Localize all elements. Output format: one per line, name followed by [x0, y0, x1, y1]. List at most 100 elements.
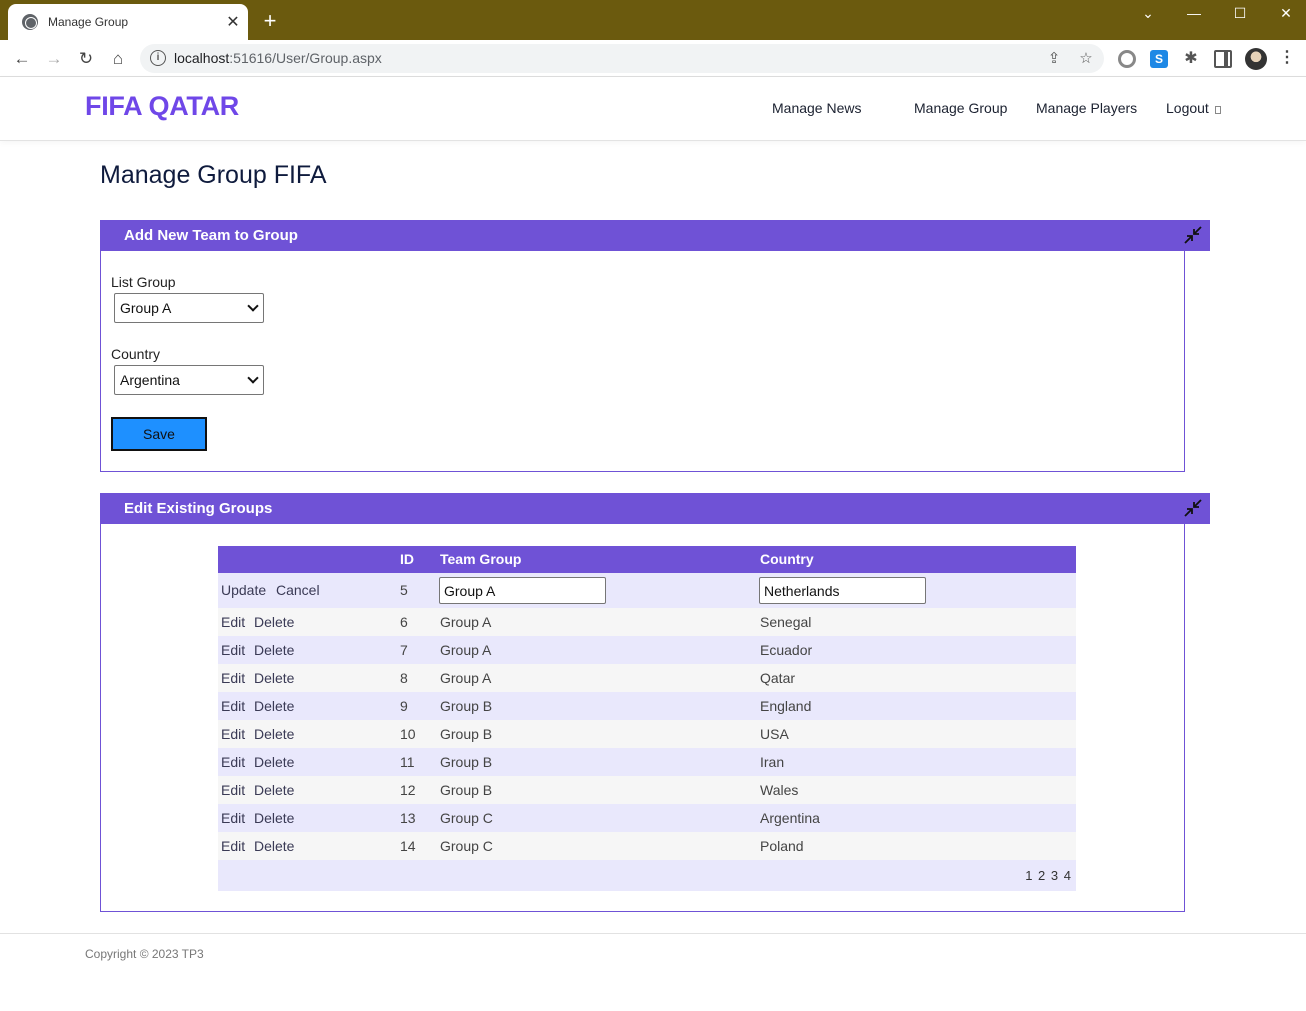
row-team-group: Group A: [440, 614, 492, 630]
row-team-group: Group C: [440, 810, 493, 826]
row-country: Ecuador: [760, 642, 813, 658]
delete-link[interactable]: Delete: [254, 810, 294, 826]
url-text: localhost:51616/User/Group.aspx: [174, 50, 382, 66]
row-id: 10: [400, 726, 416, 742]
edit-group-input[interactable]: Group A: [439, 577, 606, 604]
page-link[interactable]: 2: [1038, 868, 1046, 883]
nav-manage-group[interactable]: Manage Group: [914, 100, 1007, 116]
edit-link[interactable]: Edit: [221, 838, 245, 854]
edit-panel-body: ID Team Group Country Update Cancel 5 Gr…: [100, 524, 1185, 912]
row-id: 11: [400, 754, 415, 770]
page-title: Manage Group FIFA: [100, 161, 327, 189]
add-panel-title: Add New Team to Group: [124, 227, 298, 244]
close-window-icon[interactable]: ✕: [1263, 0, 1306, 28]
edit-country-input[interactable]: Netherlands: [759, 577, 926, 604]
country-select[interactable]: Argentina: [114, 365, 264, 395]
maximize-icon[interactable]: ☐: [1217, 0, 1263, 28]
tab-search-icon[interactable]: ⌄: [1125, 0, 1171, 28]
group-select-value: Group A: [120, 300, 172, 316]
row-id: 8: [400, 670, 408, 686]
collapse-icon[interactable]: [1182, 224, 1204, 246]
logout-label: Logout: [1166, 100, 1209, 116]
table-row: Edit Delete 10 Group B USA: [218, 720, 1076, 748]
table-row-editing: Update Cancel 5 Group A Netherlands: [218, 573, 1076, 608]
browser-toolbar: ← → ↻ ⌂ i localhost:51616/User/Group.asp…: [0, 40, 1306, 77]
row-team-group: Group A: [440, 642, 492, 658]
edit-link[interactable]: Edit: [221, 782, 245, 798]
profile-avatar[interactable]: [1245, 48, 1267, 70]
row-country: USA: [760, 726, 789, 742]
table-pager: 1 2 3 4: [218, 860, 1076, 891]
browser-tab[interactable]: Manage Group ✕: [8, 4, 248, 40]
footer-divider: [0, 933, 1306, 934]
logout-icon: [1214, 106, 1221, 114]
browser-menu-icon[interactable]: ⋮: [1278, 49, 1296, 67]
cancel-link[interactable]: Cancel: [276, 582, 320, 598]
delete-link[interactable]: Delete: [254, 670, 294, 686]
page-link[interactable]: 1: [1025, 868, 1033, 883]
nav-logout[interactable]: Logout: [1166, 100, 1221, 116]
chevron-down-icon: [247, 372, 259, 384]
edit-link[interactable]: Edit: [221, 642, 245, 658]
row-team-group: Group B: [440, 754, 493, 770]
row-id: 14: [400, 838, 416, 854]
edit-link[interactable]: Edit: [221, 698, 245, 714]
site-brand[interactable]: FIFA QATAR: [85, 91, 239, 122]
tab-title: Manage Group: [48, 15, 129, 29]
back-icon[interactable]: ←: [10, 47, 34, 71]
address-bar[interactable]: i localhost:51616/User/Group.aspx ⇪ ☆: [140, 44, 1104, 73]
row-country: Argentina: [760, 810, 820, 826]
delete-link[interactable]: Delete: [254, 838, 294, 854]
page-link[interactable]: 3: [1051, 868, 1059, 883]
delete-link[interactable]: Delete: [254, 642, 294, 658]
save-button[interactable]: Save: [111, 417, 207, 451]
table-row: Edit Delete 6 Group A Senegal: [218, 608, 1076, 636]
footer-copyright: Copyright © 2023 TP3: [85, 947, 204, 961]
forward-icon[interactable]: →: [42, 47, 66, 71]
page-link[interactable]: 4: [1064, 868, 1072, 883]
table-row: Edit Delete 7 Group A Ecuador: [218, 636, 1076, 664]
table-row: Edit Delete 8 Group A Qatar: [218, 664, 1076, 692]
extension-circle-icon[interactable]: [1118, 50, 1136, 68]
table-row: Edit Delete 14 Group C Poland: [218, 832, 1076, 860]
delete-link[interactable]: Delete: [254, 698, 294, 714]
chevron-down-icon: [247, 300, 259, 312]
row-team-group: Group A: [440, 670, 492, 686]
share-icon[interactable]: ⇪: [1044, 49, 1064, 69]
row-country: England: [760, 698, 812, 714]
edit-link[interactable]: Edit: [221, 810, 245, 826]
country-select-value: Argentina: [120, 372, 180, 388]
site-header: FIFA QATAR Manage News Manage Group Mana…: [0, 77, 1306, 141]
extensions-puzzle-icon[interactable]: ✱: [1182, 50, 1200, 68]
group-select[interactable]: Group A: [114, 293, 264, 323]
row-team-group: Group C: [440, 838, 493, 854]
home-icon[interactable]: ⌂: [106, 47, 130, 71]
minimize-icon[interactable]: —: [1171, 0, 1217, 28]
row-country: Iran: [760, 754, 785, 770]
reload-icon[interactable]: ↻: [74, 47, 98, 71]
delete-link[interactable]: Delete: [254, 726, 294, 742]
new-tab-icon[interactable]: +: [258, 9, 282, 33]
side-panel-icon[interactable]: [1214, 50, 1232, 68]
globe-icon: [22, 14, 38, 30]
edit-link[interactable]: Edit: [221, 726, 245, 742]
nav-manage-players[interactable]: Manage Players: [1036, 100, 1137, 116]
browser-titlebar: Manage Group ✕ + ⌄ — ☐ ✕: [0, 0, 1306, 40]
edit-link[interactable]: Edit: [221, 754, 245, 770]
delete-link[interactable]: Delete: [254, 782, 294, 798]
site-info-icon[interactable]: i: [150, 50, 166, 66]
nav-manage-news[interactable]: Manage News: [772, 100, 862, 116]
delete-link[interactable]: Delete: [254, 754, 294, 770]
table-header: ID Team Group Country: [218, 546, 1076, 573]
update-link[interactable]: Update: [221, 582, 266, 598]
add-panel-header: Add New Team to Group: [100, 220, 1210, 251]
edit-link[interactable]: Edit: [221, 670, 245, 686]
row-id: 12: [400, 782, 416, 798]
delete-link[interactable]: Delete: [254, 614, 294, 630]
bookmark-star-icon[interactable]: ☆: [1076, 49, 1096, 69]
collapse-icon[interactable]: [1182, 497, 1204, 519]
close-tab-icon[interactable]: ✕: [222, 12, 244, 32]
add-panel-body: List Group Group A Country Argentina Sav…: [100, 251, 1185, 472]
edit-link[interactable]: Edit: [221, 614, 245, 630]
extension-s-icon[interactable]: S: [1150, 50, 1168, 68]
